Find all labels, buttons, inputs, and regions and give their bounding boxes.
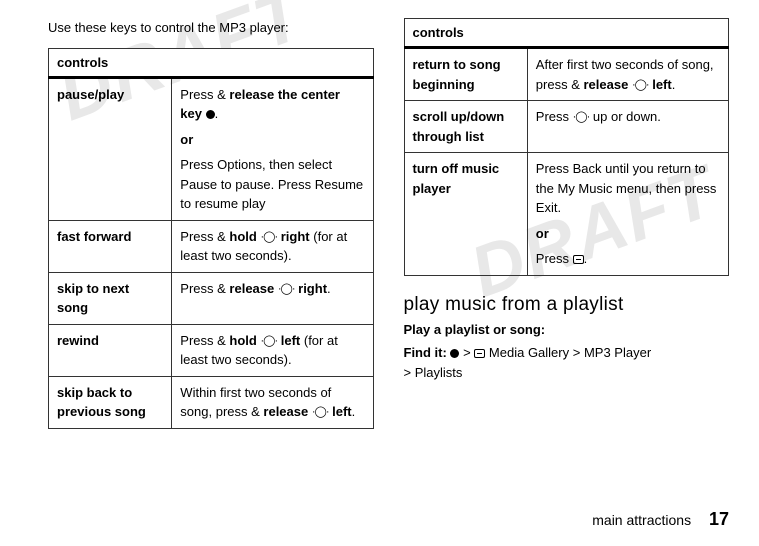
ui-label: Resume xyxy=(315,177,363,192)
findit-path: Find it: > Media Gallery > MP3 Player > … xyxy=(404,343,730,385)
table-row: scroll up/down through list Press ·◯· up… xyxy=(404,101,729,153)
table-row: skip back to previous song Within first … xyxy=(49,376,374,428)
menu-key-icon xyxy=(474,349,485,358)
row-label: return to song beginning xyxy=(404,48,527,101)
text: menu, then press xyxy=(612,181,716,196)
separator: > xyxy=(404,365,412,380)
menu-item: Media Gallery xyxy=(489,345,569,360)
bold-text: right xyxy=(298,281,327,296)
nav-key-icon: ·◯· xyxy=(573,109,590,126)
page-number: 17 xyxy=(709,509,729,529)
row-desc: Press & hold ·◯· right (for at least two… xyxy=(172,220,373,272)
menu-item: MP3 Player xyxy=(584,345,651,360)
bold-text: left xyxy=(332,404,352,419)
row-label: skip to next song xyxy=(49,272,172,324)
bold-text: left xyxy=(652,77,672,92)
table-row: rewind Press & hold ·◯· left (for at lea… xyxy=(49,324,374,376)
separator: > xyxy=(573,345,581,360)
row-desc: Press ·◯· up or down. xyxy=(527,101,728,153)
table-row: return to song beginning After first two… xyxy=(404,48,729,101)
row-desc: Press Back until you return to the My Mu… xyxy=(527,153,728,276)
sub-heading: Play a playlist or song: xyxy=(404,322,730,337)
table-row: fast forward Press & hold ·◯· right (for… xyxy=(49,220,374,272)
text: to pause. Press xyxy=(217,177,315,192)
bold-text: hold xyxy=(229,229,256,244)
text: Press & xyxy=(180,333,229,348)
row-desc: Press & release the center key . or Pres… xyxy=(172,77,373,220)
text: Press & xyxy=(180,229,229,244)
right-column: controls return to song beginning After … xyxy=(404,18,730,429)
footer-section-label: main attractions xyxy=(592,512,691,528)
text: . xyxy=(584,251,588,266)
left-column: Use these keys to control the MP3 player… xyxy=(48,18,374,429)
row-desc: Within first two seconds of song, press … xyxy=(172,376,373,428)
end-key-icon xyxy=(573,255,584,264)
center-key-icon xyxy=(450,349,459,358)
center-key-icon xyxy=(206,110,215,119)
row-label: turn off music player xyxy=(404,153,527,276)
ui-label: Exit xyxy=(536,200,558,215)
ui-label: My Music xyxy=(557,181,612,196)
text: up or down. xyxy=(589,109,661,124)
ui-label: Options xyxy=(217,157,262,172)
controls-table-right: controls return to song beginning After … xyxy=(404,18,730,276)
bold-text: release xyxy=(263,404,308,419)
content-columns: Use these keys to control the MP3 player… xyxy=(48,18,729,429)
table-row: pause/play Press & release the center ke… xyxy=(49,77,374,220)
text: Press & xyxy=(180,87,229,102)
text: . xyxy=(352,404,356,419)
bold-text: right xyxy=(281,229,310,244)
row-label: rewind xyxy=(49,324,172,376)
text: Press & xyxy=(180,281,229,296)
row-desc: Press & release ·◯· right. xyxy=(172,272,373,324)
or-text: or xyxy=(180,130,364,150)
page-footer: main attractions 17 xyxy=(592,509,729,530)
bold-text: hold xyxy=(229,333,256,348)
nav-key-icon: ·◯· xyxy=(312,404,329,421)
text: Press xyxy=(536,161,573,176)
table-row: turn off music player Press Back until y… xyxy=(404,153,729,276)
text: . xyxy=(215,106,219,121)
text: . xyxy=(672,77,676,92)
text: Within first two seconds of song, press … xyxy=(180,385,331,420)
text: to resume play xyxy=(180,196,265,211)
row-label: fast forward xyxy=(49,220,172,272)
text: Press xyxy=(180,157,217,172)
nav-key-icon: ·◯· xyxy=(632,77,649,94)
row-label: scroll up/down through list xyxy=(404,101,527,153)
bold-text: left xyxy=(281,333,301,348)
findit-label: Find it: xyxy=(404,345,447,360)
nav-key-icon: ·◯· xyxy=(278,281,295,298)
text: . xyxy=(557,200,561,215)
row-desc: Press & hold ·◯· left (for at least two … xyxy=(172,324,373,376)
text: Press xyxy=(536,251,573,266)
menu-item: Playlists xyxy=(415,365,463,380)
text: . xyxy=(327,281,331,296)
table-row: skip to next song Press & release ·◯· ri… xyxy=(49,272,374,324)
nav-key-icon: ·◯· xyxy=(260,229,277,246)
row-desc: After first two seconds of song, press &… xyxy=(527,48,728,101)
text: , then select xyxy=(262,157,332,172)
row-label: skip back to previous song xyxy=(49,376,172,428)
bold-text: release xyxy=(229,281,274,296)
intro-text: Use these keys to control the MP3 player… xyxy=(48,18,374,38)
ui-label: Pause xyxy=(180,177,217,192)
text: Press xyxy=(536,109,573,124)
table-header: controls xyxy=(404,19,729,48)
or-text: or xyxy=(536,224,720,244)
controls-table-left: controls pause/play Press & release the … xyxy=(48,48,374,429)
row-label: pause/play xyxy=(49,77,172,220)
table-header: controls xyxy=(49,48,374,77)
separator: > xyxy=(463,345,471,360)
nav-key-icon: ·◯· xyxy=(260,333,277,350)
bold-text: release xyxy=(583,77,628,92)
section-heading: play music from a playlist xyxy=(404,294,730,316)
ui-label: Back xyxy=(573,161,602,176)
